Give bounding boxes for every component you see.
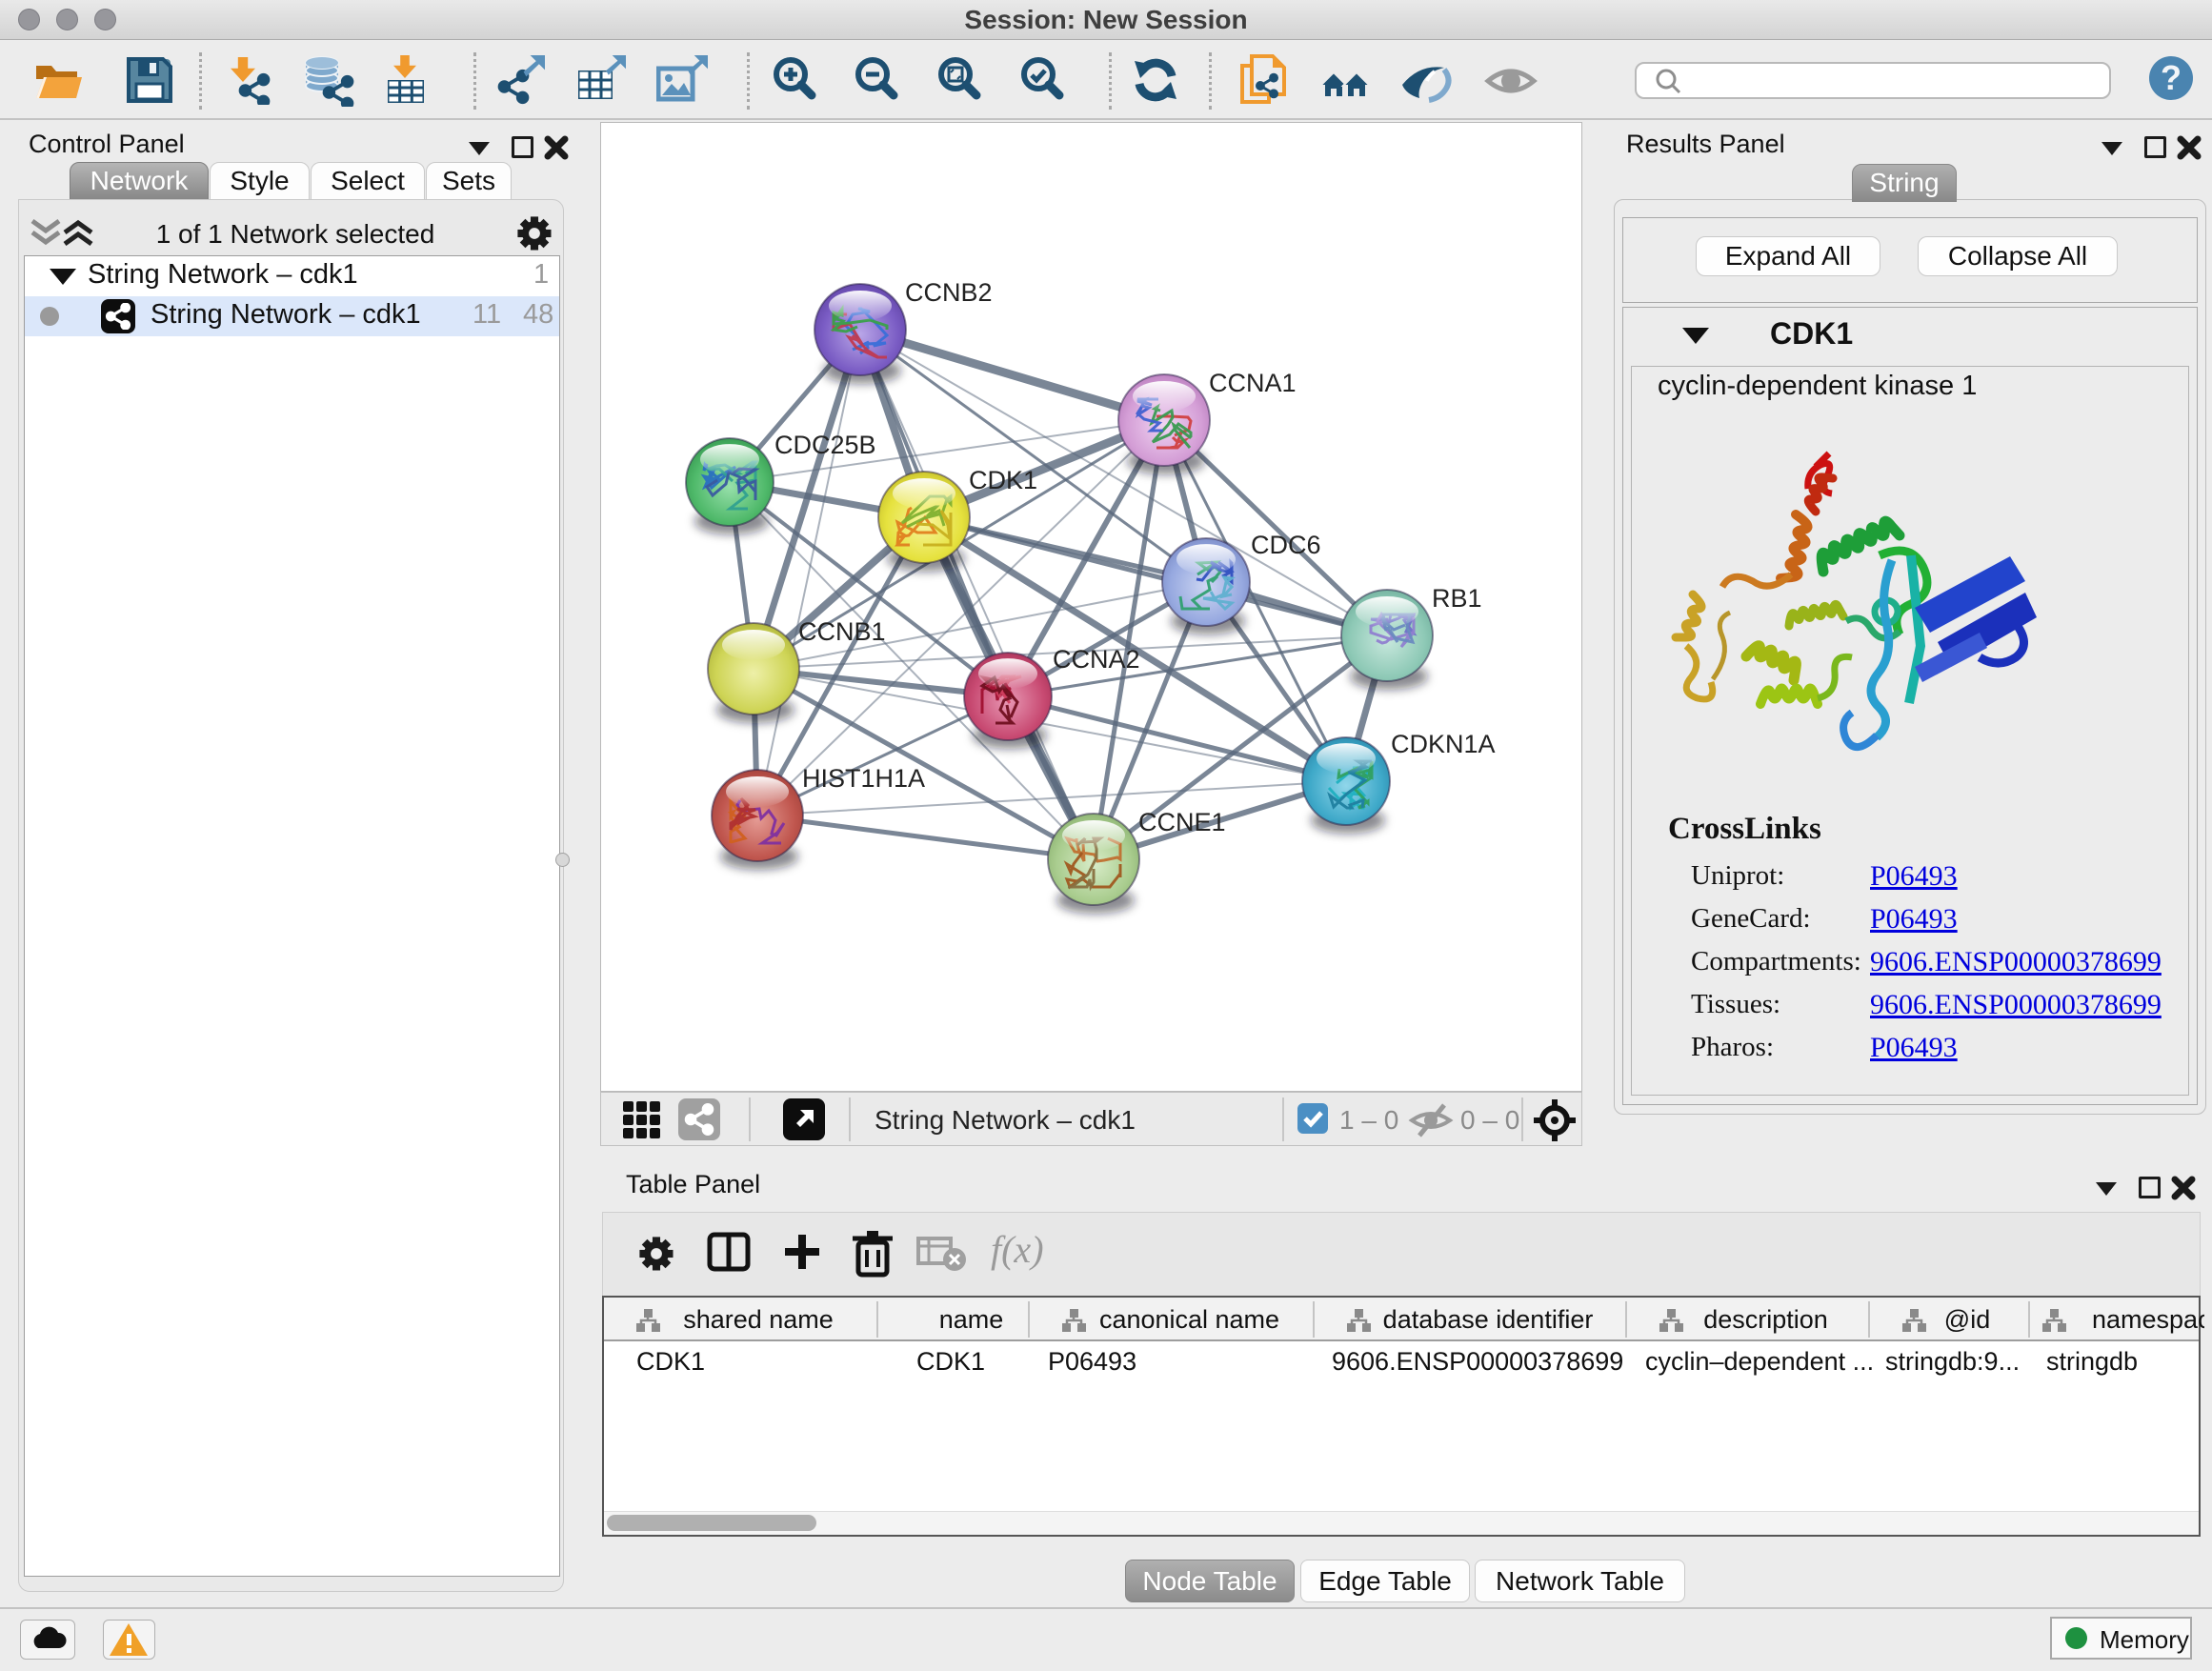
svg-text:CCNA1: CCNA1 — [1209, 369, 1297, 397]
svg-text:CCNB1: CCNB1 — [798, 617, 886, 646]
svg-text:RB1: RB1 — [1432, 584, 1482, 613]
svg-text:CDC25B: CDC25B — [774, 431, 876, 459]
svg-text:CDC6: CDC6 — [1251, 531, 1321, 559]
svg-text:CCNB2: CCNB2 — [905, 278, 993, 307]
svg-text:HIST1H1A: HIST1H1A — [802, 764, 925, 793]
svg-text:CCNE1: CCNE1 — [1138, 808, 1226, 836]
svg-text:CDK1: CDK1 — [969, 466, 1037, 494]
svg-text:CDKN1A: CDKN1A — [1391, 730, 1496, 758]
svg-text:CCNA2: CCNA2 — [1053, 645, 1140, 674]
